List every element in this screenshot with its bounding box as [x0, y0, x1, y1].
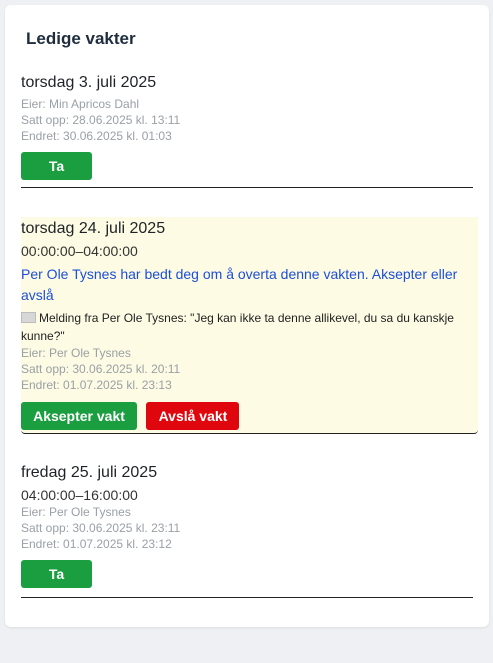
swap-message: Melding fra Per Ole Tysnes: "Jeg kan ikk…: [21, 309, 478, 345]
shift-created: Satt opp: 30.06.2025 kl. 23:11: [21, 521, 181, 535]
shift-owner: Eier: Per Ole Tysnes: [21, 346, 131, 360]
envelope-icon: [21, 312, 36, 323]
shift-created: Satt opp: 28.06.2025 kl. 13:11: [21, 113, 181, 127]
decline-shift-button[interactable]: Avslå vakt: [146, 402, 240, 430]
shift-changed: Endret: 01.07.2025 kl. 23:13: [21, 378, 172, 392]
shift-item-pending: torsdag 24. juli 2025 00:00:00–04:00:00 …: [21, 217, 478, 434]
shift-changed: Endret: 30.06.2025 kl. 01:03: [21, 129, 172, 143]
shift-item: fredag 25. juli 2025 04:00:00–16:00:00 E…: [21, 463, 478, 612]
shift-date: torsdag 24. juli 2025: [21, 220, 166, 237]
shift-time: 00:00:00–04:00:00: [21, 243, 138, 259]
take-shift-button[interactable]: Ta vakt: [21, 560, 92, 610]
take-shift-button[interactable]: Ta vakt: [21, 152, 92, 202]
page-title: Ledige vakter: [26, 29, 136, 48]
shift-owner: Eier: Min Apricos Dahl: [21, 97, 140, 111]
shift-created: Satt opp: 30.06.2025 kl. 20:11: [21, 362, 181, 376]
shift-item: torsdag 3. juli 2025 Eier: Min Apricos D…: [21, 73, 478, 204]
divider: [21, 597, 473, 598]
shift-owner: Eier: Per Ole Tysnes: [21, 505, 131, 519]
swap-request-text[interactable]: Per Ole Tysnes har bedt deg om å overta …: [21, 264, 478, 306]
shift-date: torsdag 3. juli 2025: [21, 74, 157, 91]
swap-message-text: Melding fra Per Ole Tysnes: "Jeg kan ikk…: [21, 311, 454, 343]
divider: [21, 187, 473, 188]
shift-date: fredag 25. juli 2025: [21, 464, 158, 481]
shift-changed: Endret: 01.07.2025 kl. 23:12: [21, 537, 172, 551]
available-shifts-panel: Ledige vakter torsdag 3. juli 2025 Eier:…: [5, 5, 489, 627]
shift-time: 04:00:00–16:00:00: [21, 487, 138, 503]
accept-shift-button[interactable]: Aksepter vakt: [21, 402, 137, 430]
